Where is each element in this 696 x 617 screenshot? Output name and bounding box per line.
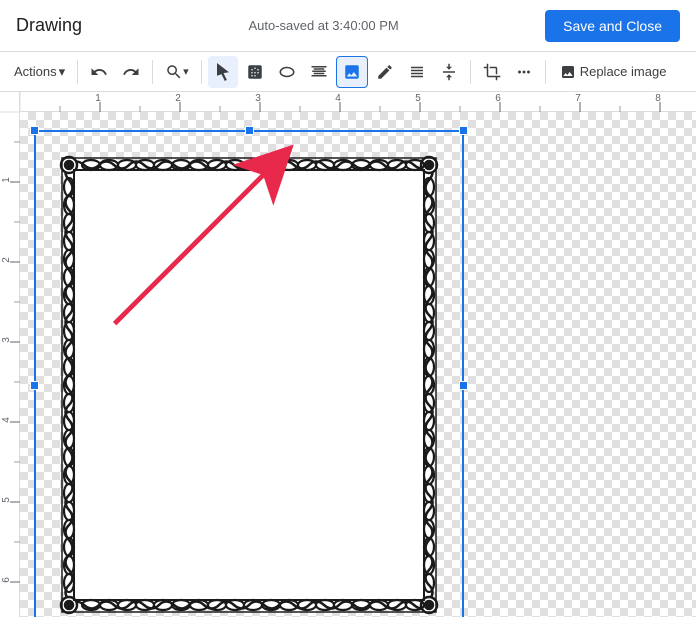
actions-dropdown-icon: ▾	[59, 64, 66, 80]
svg-text:8: 8	[655, 93, 661, 104]
app-title: Drawing	[16, 15, 82, 36]
ruler-top: 1 2 3 4 5 6 7 8	[0, 92, 696, 112]
zoom-icon	[165, 63, 183, 81]
line-tool-button[interactable]	[240, 56, 270, 88]
separator-4	[470, 60, 471, 84]
line-icon	[246, 63, 264, 81]
svg-text:4: 4	[335, 93, 341, 104]
undo-icon	[90, 63, 108, 81]
redo-button[interactable]	[116, 56, 146, 88]
zoom-arrow: ▾	[183, 65, 189, 78]
svg-text:3: 3	[255, 93, 261, 104]
ellipse-icon	[278, 63, 296, 81]
align-v-button[interactable]	[434, 56, 464, 88]
select-tool-button[interactable]	[208, 56, 238, 88]
drawing-canvas[interactable]	[34, 130, 464, 617]
separator-3	[201, 60, 202, 84]
handle-mid-left[interactable]	[30, 381, 39, 390]
frame-svg	[34, 130, 464, 617]
actions-menu-button[interactable]: Actions ▾	[8, 56, 71, 88]
ruler-left: 1 2 3 4 5 6	[0, 92, 20, 617]
more-options-button[interactable]	[509, 56, 539, 88]
pencil-button[interactable]	[370, 56, 400, 88]
separator-2	[152, 60, 153, 84]
actions-label: Actions	[14, 64, 57, 79]
ruler-top-svg: 1 2 3 4 5 6 7 8	[0, 92, 696, 112]
separator-5	[545, 60, 546, 84]
svg-text:1: 1	[95, 93, 101, 104]
image-icon	[343, 63, 361, 81]
canvas-content[interactable]	[20, 112, 696, 617]
textbox-icon	[310, 63, 328, 81]
svg-text:1: 1	[1, 177, 12, 183]
textbox-button[interactable]	[304, 56, 334, 88]
handle-mid-right[interactable]	[459, 381, 468, 390]
redo-icon	[122, 63, 140, 81]
svg-text:4: 4	[1, 417, 12, 423]
undo-button[interactable]	[84, 56, 114, 88]
zoom-button[interactable]: ▾	[159, 56, 195, 88]
ruler-left-svg: 1 2 3 4 5 6	[0, 92, 20, 617]
handle-top-center[interactable]	[245, 126, 254, 135]
align-h-icon	[408, 63, 426, 81]
replace-image-label: Replace image	[580, 64, 667, 79]
align-v-icon	[440, 63, 458, 81]
header: Drawing Auto-saved at 3:40:00 PM Save an…	[0, 0, 696, 52]
more-icon	[515, 63, 533, 81]
svg-text:5: 5	[1, 497, 12, 503]
crop-icon	[483, 63, 501, 81]
separator-1	[77, 60, 78, 84]
pencil-icon	[376, 63, 394, 81]
svg-text:7: 7	[575, 93, 581, 104]
svg-text:6: 6	[1, 577, 12, 583]
crop-button[interactable]	[477, 56, 507, 88]
svg-text:2: 2	[175, 93, 181, 104]
svg-text:6: 6	[495, 93, 501, 104]
svg-text:2: 2	[1, 257, 12, 263]
replace-image-button[interactable]: Replace image	[552, 56, 675, 88]
shape-ellipse-button[interactable]	[272, 56, 302, 88]
handle-top-left[interactable]	[30, 126, 39, 135]
cursor-icon	[214, 63, 232, 81]
svg-text:3: 3	[1, 337, 12, 343]
svg-text:5: 5	[415, 93, 421, 104]
canvas-area[interactable]: 1 2 3 4 5 6 7 8	[0, 92, 696, 617]
handle-top-right[interactable]	[459, 126, 468, 135]
image-button[interactable]	[336, 56, 368, 88]
align-h-button[interactable]	[402, 56, 432, 88]
save-close-button[interactable]: Save and Close	[545, 10, 680, 42]
autosave-status: Auto-saved at 3:40:00 PM	[102, 18, 545, 33]
replace-image-icon	[560, 64, 576, 80]
toolbar: Actions ▾ ▾	[0, 52, 696, 92]
